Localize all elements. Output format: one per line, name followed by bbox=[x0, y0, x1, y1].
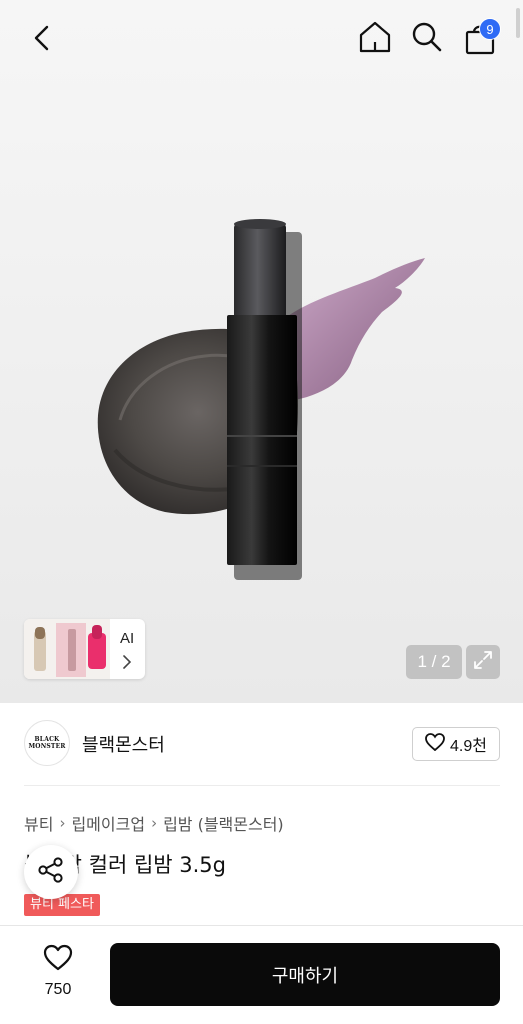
breadcrumb-item-lip-makeup[interactable]: 립메이크업 bbox=[71, 811, 145, 835]
search-button[interactable] bbox=[406, 18, 448, 60]
promo-tag-badge: 뷰티 페스타 bbox=[24, 894, 100, 916]
brand-like-button[interactable]: 4.9천 bbox=[412, 727, 500, 761]
search-icon bbox=[411, 21, 443, 57]
brand-logo[interactable]: BLACK MONSTER bbox=[24, 720, 70, 766]
image-page-indicator: 1 / 2 bbox=[406, 645, 462, 679]
divider bbox=[24, 785, 500, 786]
product-image-gallery[interactable]: 9 AI 1 / 2 bbox=[0, 0, 523, 703]
cart-count-badge: 9 bbox=[479, 18, 501, 40]
top-navigation-bar: 9 bbox=[0, 0, 523, 80]
brand-like-count: 4.9천 bbox=[450, 738, 487, 755]
thumbnail-image bbox=[24, 619, 110, 679]
breadcrumb-item-lip-balm[interactable]: 립밤 (블랙몬스터) bbox=[163, 811, 284, 835]
share-button[interactable] bbox=[24, 845, 78, 899]
ai-label: AI bbox=[120, 630, 135, 647]
chevron-right-icon: › bbox=[59, 814, 66, 832]
heart-icon bbox=[43, 944, 73, 975]
chevron-right-icon bbox=[122, 654, 132, 673]
home-button[interactable] bbox=[354, 18, 396, 60]
chevron-left-icon bbox=[31, 25, 53, 55]
heart-icon bbox=[425, 733, 445, 755]
scrollbar[interactable] bbox=[516, 8, 520, 38]
expand-image-button[interactable] bbox=[466, 645, 500, 679]
wishlist-button[interactable]: 750 bbox=[30, 944, 86, 1004]
expand-icon bbox=[472, 649, 494, 675]
chevron-right-icon: › bbox=[151, 814, 158, 832]
product-image bbox=[97, 219, 425, 580]
brand-name-link[interactable]: 블랙몬스터 bbox=[82, 731, 165, 757]
wishlist-count: 750 bbox=[44, 981, 72, 998]
home-icon bbox=[358, 20, 392, 58]
ai-thumbnail-card[interactable]: AI bbox=[24, 619, 145, 679]
breadcrumb-item-beauty[interactable]: 뷰티 bbox=[24, 811, 53, 835]
share-icon bbox=[37, 856, 65, 888]
breadcrumb: 뷰티 › 립메이크업 › 립밤 (블랙몬스터) bbox=[24, 811, 284, 835]
buy-button[interactable]: 구매하기 bbox=[110, 943, 500, 1006]
back-button[interactable] bbox=[22, 20, 62, 60]
